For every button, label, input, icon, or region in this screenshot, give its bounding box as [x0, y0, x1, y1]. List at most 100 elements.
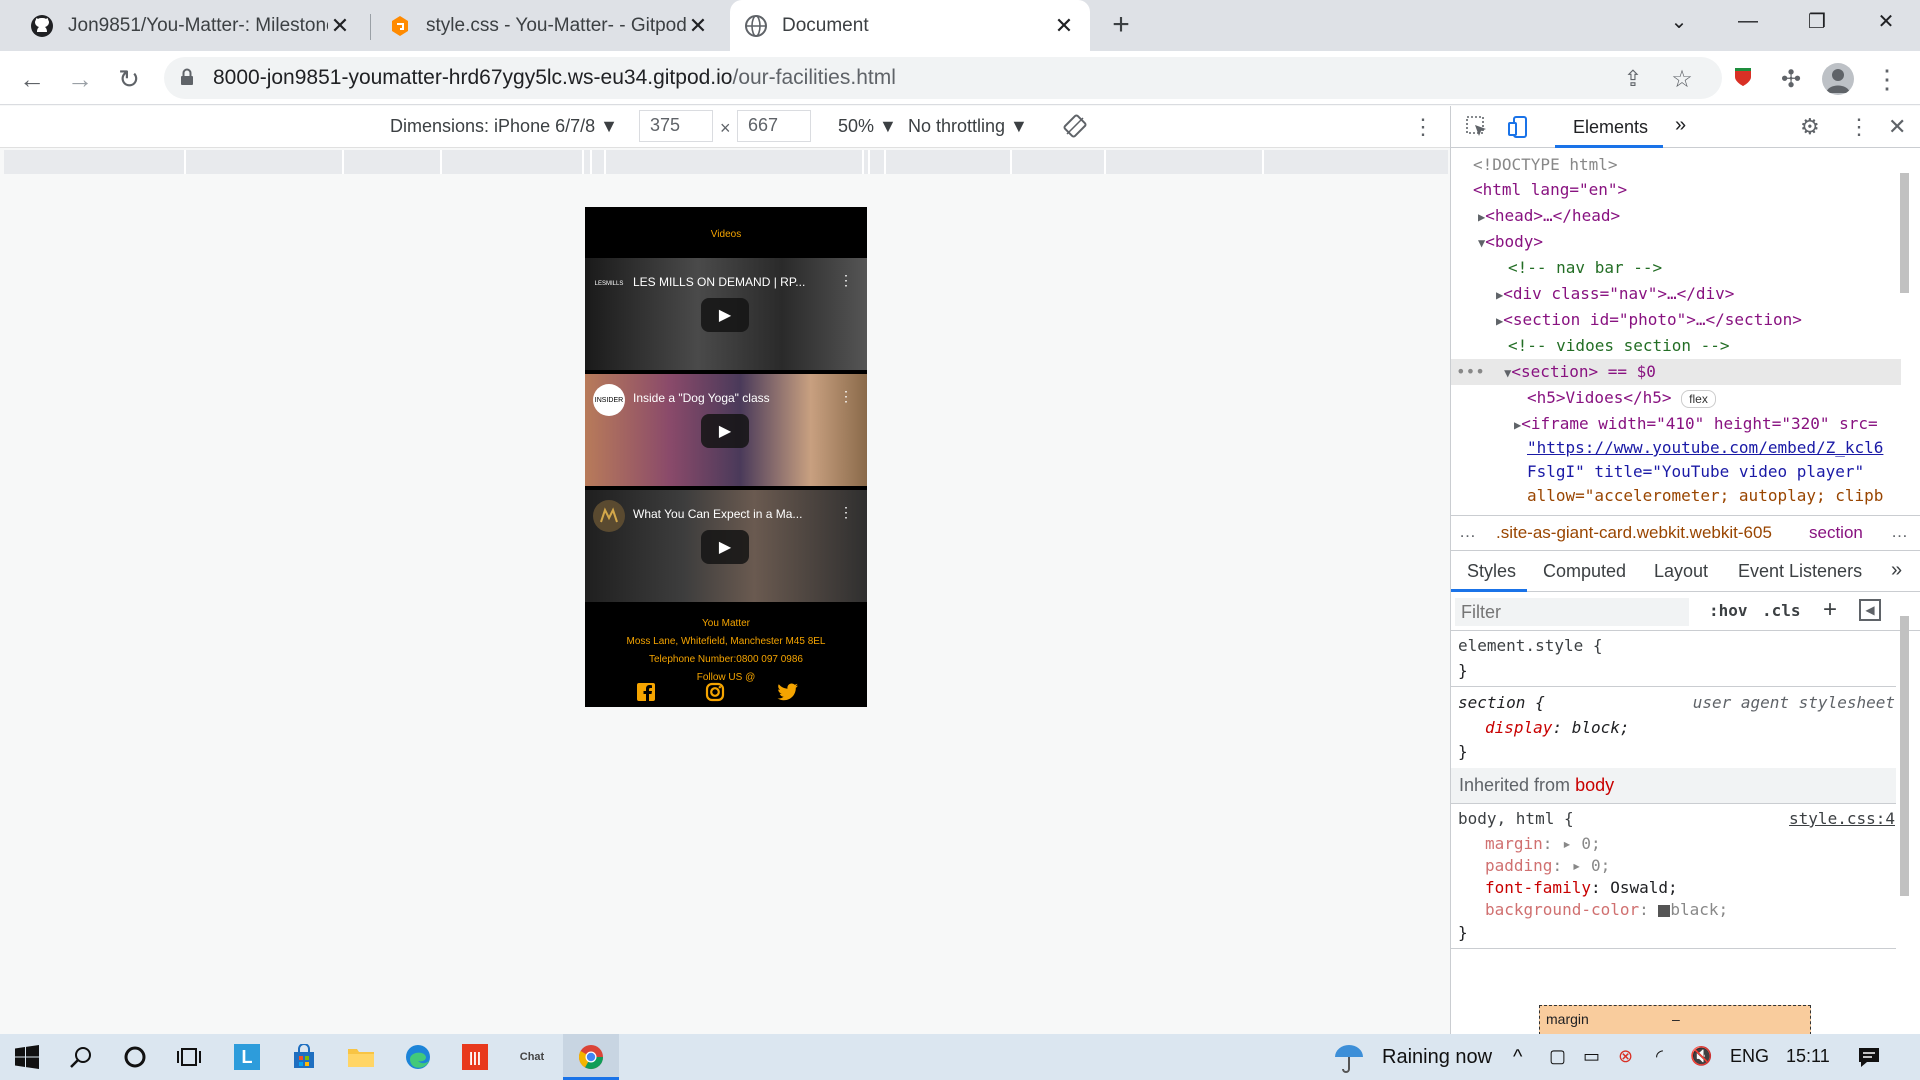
- tab-event-listeners[interactable]: Event Listeners: [1738, 561, 1862, 582]
- device-toolbar-menu-icon[interactable]: ⋮: [1412, 114, 1434, 140]
- dom-div-nav[interactable]: ▶<div class="nav">…</div>: [1496, 282, 1920, 306]
- video-menu-icon[interactable]: ⋮: [839, 504, 853, 521]
- browser-tab-document[interactable]: Document ✕: [730, 0, 1090, 51]
- dom-body[interactable]: ▼<body>: [1478, 230, 1920, 254]
- dom-head[interactable]: ▶<head>…</head>: [1478, 204, 1920, 228]
- breadcrumb-more[interactable]: …: [1891, 522, 1908, 542]
- minimize-icon[interactable]: —: [1713, 0, 1783, 42]
- edge-icon[interactable]: [401, 1040, 435, 1074]
- media-query-ruler[interactable]: [4, 150, 1448, 174]
- breadcrumb-ellipsis[interactable]: …: [1459, 522, 1476, 542]
- share-icon[interactable]: ⇪: [1614, 60, 1652, 98]
- video-title[interactable]: LES MILLS ON DEMAND | RP...: [633, 275, 833, 289]
- app-l-icon[interactable]: L: [230, 1040, 264, 1074]
- device-toggle-icon[interactable]: [1506, 115, 1530, 139]
- extensions-puzzle-icon[interactable]: ✣: [1772, 60, 1810, 98]
- language-indicator[interactable]: ENG: [1730, 1046, 1769, 1067]
- hov-toggle[interactable]: :hov: [1709, 601, 1748, 620]
- instagram-icon[interactable]: [704, 681, 726, 703]
- devtools-menu-icon[interactable]: ⋮: [1848, 114, 1870, 140]
- zoom-select[interactable]: 50% ▼: [838, 116, 897, 137]
- tab-computed[interactable]: Computed: [1543, 561, 1626, 582]
- notifications-icon[interactable]: [1852, 1040, 1886, 1074]
- restore-icon[interactable]: ❐: [1782, 0, 1852, 42]
- device-width-input[interactable]: 375: [639, 110, 713, 142]
- tab-styles[interactable]: Styles: [1467, 561, 1516, 582]
- breadcrumb-item[interactable]: .site-as-giant-card.webkit.webkit-605: [1496, 523, 1772, 543]
- back-icon[interactable]: ←: [13, 60, 51, 98]
- more-style-tabs-icon[interactable]: »: [1891, 559, 1902, 582]
- forward-icon[interactable]: →: [61, 60, 99, 98]
- toggle-sidebar-icon[interactable]: ◀: [1859, 599, 1881, 621]
- chat-app-icon[interactable]: Chat: [515, 1040, 549, 1074]
- browser-tab-gitpod[interactable]: style.css - You-Matter- - Gitpod C ✕: [374, 0, 724, 51]
- dom-iframe[interactable]: ▶<iframe width="410" height="320" src=: [1514, 412, 1920, 436]
- search-icon[interactable]: [64, 1040, 98, 1074]
- battery-icon[interactable]: ▭: [1583, 1046, 1600, 1067]
- devtools-close-icon[interactable]: ✕: [1888, 114, 1906, 140]
- close-tab-icon[interactable]: ✕: [1052, 13, 1076, 39]
- inspect-element-icon[interactable]: [1465, 115, 1489, 139]
- video-title[interactable]: What You Can Expect in a Ma...: [633, 507, 833, 521]
- dom-iframe-src[interactable]: "https://www.youtube.com/embed/Z_kcl6: [1527, 436, 1920, 460]
- weather-umbrella-icon[interactable]: [1332, 1040, 1366, 1074]
- meet-now-icon[interactable]: ▢: [1549, 1046, 1566, 1067]
- dom-scrollbar[interactable]: [1897, 153, 1912, 508]
- flex-badge[interactable]: flex: [1681, 390, 1716, 408]
- new-rule-icon[interactable]: +: [1823, 596, 1837, 624]
- dom-section-selected[interactable]: ••• ▼<section> == $0: [1456, 360, 1906, 384]
- browser-menu-icon[interactable]: ⋮: [1868, 60, 1906, 98]
- file-explorer-icon[interactable]: [344, 1040, 378, 1074]
- cls-toggle[interactable]: .cls: [1762, 601, 1801, 620]
- lock-icon[interactable]: [180, 68, 194, 86]
- more-tabs-icon[interactable]: »: [1675, 114, 1686, 137]
- element-style-open[interactable]: element.style {: [1458, 634, 1908, 658]
- video-title[interactable]: Inside a "Dog Yoga" class: [633, 391, 833, 405]
- dom-iframe-title[interactable]: FslgI" title="YouTube video player": [1527, 460, 1920, 484]
- browser-tab-github[interactable]: Jon9851/You-Matter-: Milestone ✕: [16, 0, 366, 51]
- styles-filter-input[interactable]: [1461, 600, 1681, 624]
- security-alert-icon[interactable]: ⊗: [1618, 1046, 1633, 1067]
- play-icon[interactable]: ▶: [701, 530, 749, 564]
- weather-text[interactable]: Raining now: [1382, 1046, 1492, 1069]
- profile-avatar-icon[interactable]: [1822, 63, 1854, 95]
- window-close-icon[interactable]: ✕: [1851, 0, 1920, 42]
- video-embed[interactable]: LESMILLS LES MILLS ON DEMAND | RP... ⋮ ▶: [585, 258, 867, 370]
- extension-shield-icon[interactable]: [1732, 68, 1754, 88]
- url-text[interactable]: 8000-jon9851-youmatter-hrd67ygy5lc.ws-eu…: [213, 66, 896, 90]
- show-hidden-icons[interactable]: ^: [1513, 1046, 1522, 1069]
- play-icon[interactable]: ▶: [701, 414, 749, 448]
- inherited-from-link[interactable]: body: [1575, 775, 1614, 795]
- iframe-src-link[interactable]: "https://www.youtube.com/embed/Z_kcl6: [1527, 438, 1883, 457]
- device-height-input[interactable]: 667: [737, 110, 811, 142]
- breadcrumb-current[interactable]: section: [1809, 523, 1863, 543]
- settings-gear-icon[interactable]: ⚙: [1800, 114, 1820, 140]
- close-tab-icon[interactable]: ✕: [686, 13, 710, 39]
- volume-muted-icon[interactable]: 🔇: [1690, 1046, 1712, 1067]
- dom-html[interactable]: <html lang="en">: [1473, 178, 1920, 202]
- dimensions-select[interactable]: Dimensions: iPhone 6/7/8 ▼: [390, 116, 618, 137]
- clock[interactable]: 15:11: [1786, 1046, 1830, 1067]
- color-swatch[interactable]: [1658, 904, 1671, 917]
- rotate-icon[interactable]: [1063, 114, 1087, 138]
- cortana-icon[interactable]: [118, 1040, 152, 1074]
- dom-comment-nav[interactable]: <!-- nav bar -->: [1508, 256, 1920, 280]
- play-icon[interactable]: ▶: [701, 298, 749, 332]
- reload-icon[interactable]: ↻: [110, 60, 148, 98]
- throttling-select[interactable]: No throttling ▼: [908, 116, 1028, 137]
- dom-iframe-allow[interactable]: allow="accelerometer; autoplay; clipb: [1527, 484, 1920, 508]
- video-embed[interactable]: What You Can Expect in a Ma... ⋮ ▶: [585, 490, 867, 602]
- styles-scrollbar[interactable]: [1897, 596, 1912, 1030]
- facebook-icon[interactable]: [635, 681, 657, 703]
- new-tab-button[interactable]: +: [1100, 8, 1142, 44]
- video-embed[interactable]: INSIDER Inside a "Dog Yoga" class ⋮ ▶: [585, 374, 867, 486]
- video-menu-icon[interactable]: ⋮: [839, 388, 853, 405]
- dom-doctype[interactable]: <!DOCTYPE html>: [1473, 153, 1920, 177]
- close-tab-icon[interactable]: ✕: [328, 13, 352, 39]
- video-menu-icon[interactable]: ⋮: [839, 272, 853, 289]
- bookmark-star-icon[interactable]: ☆: [1663, 60, 1701, 98]
- chrome-icon[interactable]: [574, 1040, 608, 1074]
- stylesheet-link-text[interactable]: style.css:4: [1789, 809, 1895, 828]
- dom-section-photo[interactable]: ▶<section id="photo">…</section>: [1496, 308, 1920, 332]
- tab-layout[interactable]: Layout: [1654, 561, 1708, 582]
